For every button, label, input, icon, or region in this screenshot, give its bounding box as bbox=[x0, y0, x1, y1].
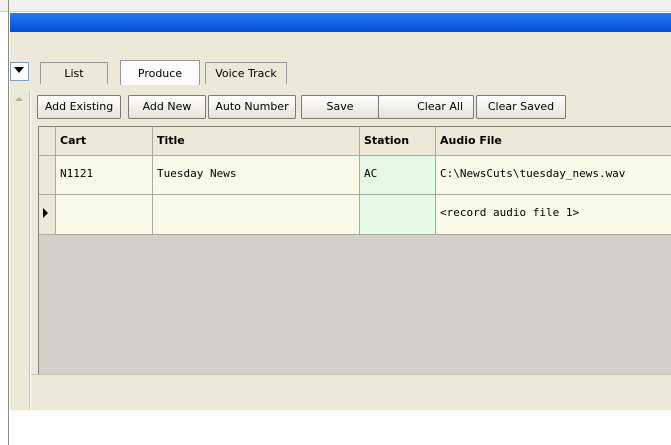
cell-title[interactable] bbox=[153, 195, 360, 235]
header-selector-cell bbox=[39, 127, 56, 156]
cell-audio-file[interactable]: <record audio file 1> bbox=[436, 195, 671, 235]
button-label: Clear All bbox=[417, 100, 463, 113]
button-label: Clear Saved bbox=[487, 100, 555, 113]
grid-header-row: Cart Title Station Audio File bbox=[39, 127, 671, 156]
status-bar bbox=[31, 374, 671, 410]
menu-bar-area bbox=[10, 32, 671, 56]
add-existing-button[interactable]: Add Existing bbox=[37, 95, 121, 119]
row-selector[interactable] bbox=[39, 195, 56, 235]
column-header-cart[interactable]: Cart bbox=[56, 127, 153, 156]
column-header-station[interactable]: Station bbox=[360, 127, 436, 156]
row-selector[interactable] bbox=[39, 156, 56, 195]
cell-station[interactable]: AC bbox=[360, 156, 436, 195]
cell-cart[interactable] bbox=[56, 195, 153, 235]
window-frame-top bbox=[0, 0, 671, 12]
cell-station[interactable] bbox=[360, 195, 436, 235]
column-header-audio-file[interactable]: Audio File bbox=[436, 127, 671, 156]
button-label: Add New bbox=[142, 100, 192, 113]
scroll-up-button[interactable] bbox=[12, 92, 26, 106]
cart-grid: Cart Title Station Audio File N1121 Tues… bbox=[38, 126, 671, 374]
cell-title[interactable]: Tuesday News bbox=[153, 156, 360, 195]
table-row[interactable]: N1121 Tuesday News AC C:\NewsCuts\tuesda… bbox=[39, 156, 671, 195]
tab-label: List bbox=[64, 67, 84, 80]
clear-saved-button[interactable]: Clear Saved bbox=[476, 95, 566, 119]
side-strip bbox=[10, 90, 30, 410]
table-row[interactable]: <record audio file 1> bbox=[39, 195, 671, 235]
tab-strip bbox=[10, 56, 671, 90]
clear-all-button[interactable]: Clear All bbox=[378, 95, 474, 119]
button-label: Save bbox=[326, 100, 354, 113]
save-button[interactable]: Save bbox=[301, 95, 379, 119]
title-bar bbox=[10, 13, 671, 32]
column-header-title[interactable]: Title bbox=[153, 127, 360, 156]
chevron-down-icon bbox=[14, 67, 24, 73]
cell-cart[interactable]: N1121 bbox=[56, 156, 153, 195]
cell-audio-file[interactable]: C:\NewsCuts\tuesday_news.wav bbox=[436, 156, 671, 195]
current-row-arrow-icon bbox=[43, 208, 48, 218]
add-new-button[interactable]: Add New bbox=[128, 95, 206, 119]
button-label: Add Existing bbox=[44, 100, 114, 113]
button-label: Auto Number bbox=[215, 100, 289, 113]
auto-number-button[interactable]: Auto Number bbox=[208, 95, 296, 119]
tab-label: Produce bbox=[137, 67, 183, 80]
tab-label: Voice Track bbox=[215, 67, 277, 80]
tab-produce[interactable]: Produce bbox=[120, 60, 200, 85]
chevron-up-icon bbox=[15, 97, 23, 101]
window-left-border bbox=[8, 0, 9, 445]
tab-voice-track[interactable]: Voice Track bbox=[205, 62, 287, 84]
dropdown-button[interactable] bbox=[10, 62, 29, 81]
tab-list[interactable]: List bbox=[40, 62, 108, 84]
